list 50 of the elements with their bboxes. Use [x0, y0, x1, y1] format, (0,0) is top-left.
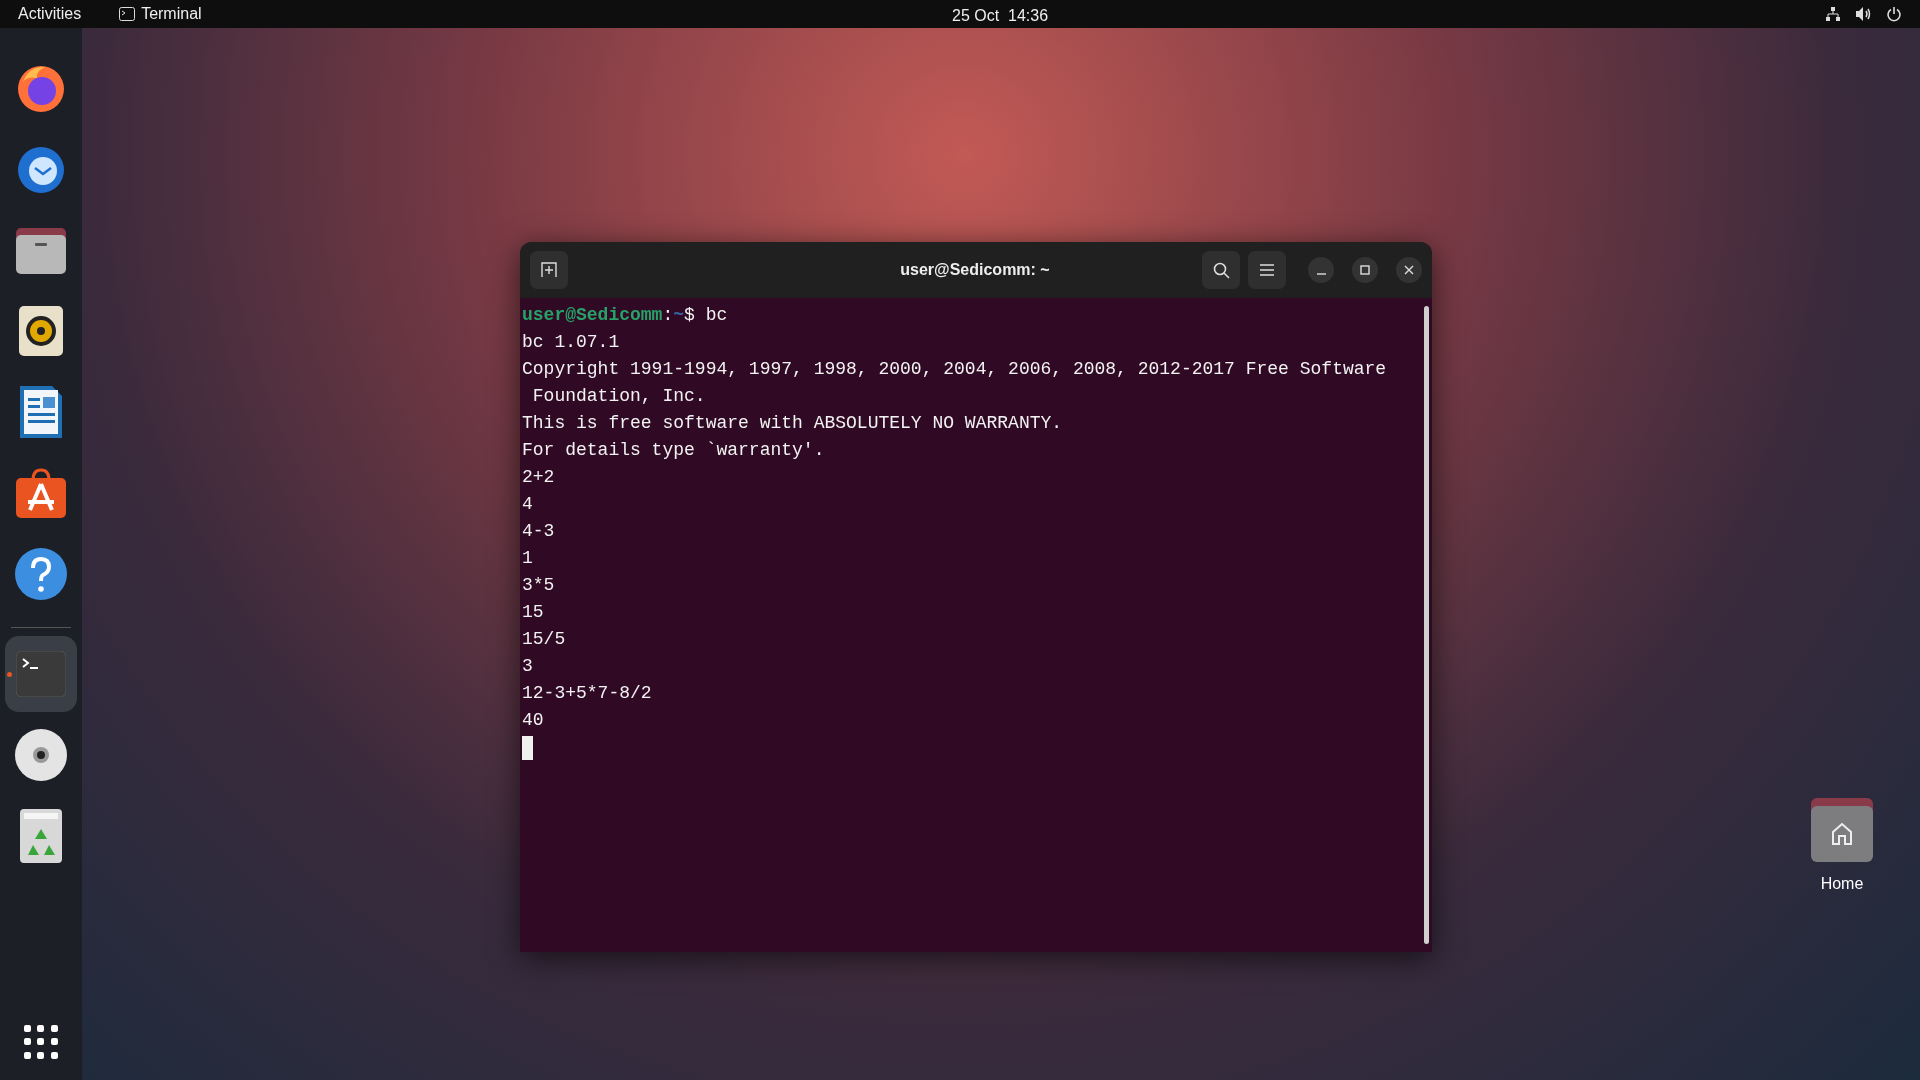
menu-button[interactable]: [1248, 251, 1286, 289]
home-folder-icon: [1811, 798, 1873, 862]
desktop-icon-label: Home: [1820, 874, 1864, 894]
output-line: 1: [522, 547, 534, 570]
app-menu[interactable]: Terminal: [119, 2, 202, 26]
output-line: Foundation, Inc.: [531, 385, 707, 408]
document-icon: [20, 386, 62, 438]
output-line: Copyright 1991-1994, 1997, 1998, 2000, 2004, 2006, 2008, 2012-2017 Free Software: [522, 358, 1388, 381]
scrollbar[interactable]: [1423, 306, 1429, 944]
folder-icon: [16, 226, 66, 274]
speaker-icon: [19, 306, 63, 356]
output-line: 4: [522, 493, 534, 516]
activities-button[interactable]: Activities: [18, 2, 82, 26]
terminal-icon: [16, 651, 66, 697]
close-icon: [1404, 265, 1414, 275]
window-title: user@Sedicomm: ~: [900, 260, 1050, 280]
output-line: 3*5: [522, 574, 556, 597]
prompt-line: user@Sedicomm:~$ bc: [522, 304, 729, 327]
output-line: 15/5: [522, 628, 567, 651]
text-cursor: [522, 735, 533, 760]
output-line: 40: [522, 709, 545, 732]
output-line: 4-3: [522, 520, 556, 543]
minimize-button[interactable]: [1308, 257, 1334, 283]
shopping-bag-icon: [16, 468, 66, 518]
new-tab-icon: [541, 262, 557, 278]
output-line: This is free software with ABSOLUTELY NO WARRANTY.: [522, 412, 1064, 435]
help-icon: [15, 548, 67, 600]
network-icon[interactable]: [1825, 6, 1841, 22]
close-button[interactable]: [1396, 257, 1422, 283]
output-line: 3: [522, 655, 534, 678]
clock[interactable]: 25 Oct 14:36: [952, 4, 1049, 28]
output-line: 15: [522, 601, 545, 624]
new-tab-button[interactable]: [530, 251, 568, 289]
recycle-bin-icon: [20, 809, 62, 863]
power-icon[interactable]: [1886, 6, 1902, 22]
output-line: 2+2: [522, 466, 556, 489]
output-line: bc 1.07.1: [522, 331, 621, 354]
app-grid-button[interactable]: [21, 1022, 61, 1062]
minimize-icon: [1316, 273, 1326, 275]
running-indicator: [7, 672, 12, 677]
output-line: 12-3+5*7-8/2: [522, 682, 653, 705]
output-line: For details type `warranty'.: [522, 439, 826, 462]
disc-icon: [15, 729, 67, 781]
search-button[interactable]: [1202, 251, 1240, 289]
maximize-icon: [1360, 265, 1370, 275]
search-icon: [1212, 261, 1230, 279]
volume-icon[interactable]: [1855, 6, 1872, 22]
maximize-button[interactable]: [1352, 257, 1378, 283]
terminal-icon: [119, 7, 136, 21]
menu-icon: [1260, 264, 1274, 276]
